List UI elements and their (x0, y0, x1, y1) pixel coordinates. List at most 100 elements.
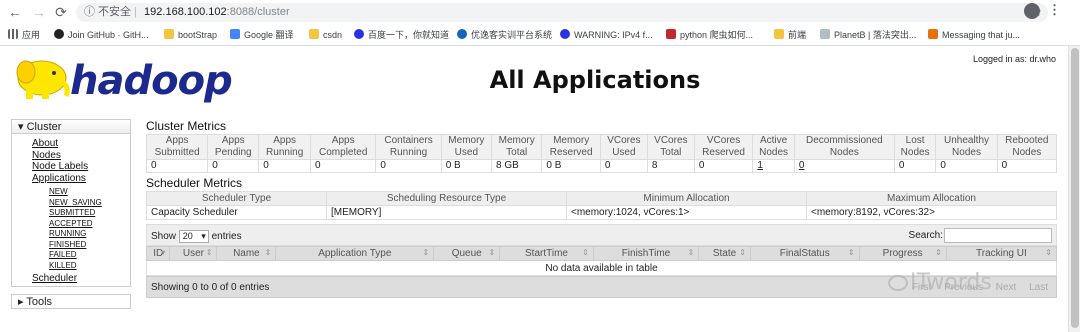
header-line: Memory (448, 135, 485, 146)
header-line: VCores (654, 135, 688, 146)
cluster-metrics-value: 0 (893, 159, 937, 173)
column-header-tracking-ui[interactable]: Tracking UI ⇕ (945, 246, 1058, 261)
header-line: Lost (905, 135, 925, 146)
browser-menu-icon[interactable]: ⋮ (1048, 2, 1061, 18)
app-state-finished[interactable]: FINISHED (49, 240, 130, 251)
bookmark-label: Google 翻译 (244, 30, 294, 40)
sort-icon: ▾ (161, 248, 166, 257)
cluster-metrics-value: 0 (258, 159, 312, 173)
csdn-icon (666, 29, 676, 39)
bookmark-youyike[interactable]: 优逸客实训平台系统 (457, 28, 552, 42)
sort-icon: ⇕ (488, 248, 496, 257)
reload-button[interactable]: ⟳ (52, 3, 70, 21)
sidebar-link-about[interactable]: About (32, 138, 130, 150)
column-header-progress[interactable]: Progress ⇕ (858, 246, 947, 261)
app-state-killed[interactable]: KILLED (49, 261, 130, 272)
cluster-metrics-value: 0 (996, 159, 1058, 173)
bookmark-messaging[interactable]: Messaging that ju... (928, 28, 1020, 42)
cluster-metrics-value: 0 (375, 159, 442, 173)
bookmark-apps[interactable]: 应用 (8, 28, 40, 42)
app-state-submitted[interactable]: SUBMITTED (49, 208, 130, 219)
back-button[interactable]: ← (6, 3, 24, 21)
wechat-icon (888, 275, 908, 291)
tools-toggle[interactable]: ▸ Tools (11, 294, 131, 309)
sidebar-link-scheduler[interactable]: Scheduler (32, 273, 130, 284)
bookmark-csdn-folder[interactable]: csdn (309, 28, 342, 42)
scheduler-metrics-header: Maximum Allocation (806, 191, 1057, 206)
apps-icon (8, 29, 18, 39)
bookmark-planetb[interactable]: PlanetB | 落法突出... (820, 28, 916, 42)
column-header-starttime[interactable]: StartTime ⇕ (499, 246, 594, 261)
bookmark-baidu[interactable]: 百度一下，你就知道 (354, 28, 449, 42)
column-label: Name (233, 248, 260, 259)
active-nodes-link[interactable]: 1 (757, 160, 763, 171)
header-line: Reserved (549, 147, 593, 158)
pager-next[interactable]: Next (996, 282, 1017, 293)
header-line: Decommissioned (806, 135, 883, 146)
cluster-metrics-header: VCores Reserved (693, 134, 754, 160)
sidebar-link-applications[interactable]: Applications (32, 173, 130, 185)
cluster-metrics-header: Memory Used (440, 134, 493, 160)
column-header-state[interactable]: State ⇕ (698, 246, 751, 261)
url-path: :8088/cluster (226, 6, 290, 18)
page-size-select[interactable]: 20 (178, 230, 209, 243)
bookmark-frontend[interactable]: 前端 (774, 28, 806, 42)
cluster-metrics-value-row: 000000 B8 GB 0 B08010000 (145, 159, 1058, 173)
header-line: Used (612, 147, 636, 158)
sidebar-link-nodes[interactable]: Nodes (32, 150, 130, 162)
page-icon (820, 29, 830, 39)
scrollbar[interactable] (1068, 46, 1080, 332)
hadoop-logo[interactable]: hadoop (12, 52, 233, 104)
cluster-metrics-header: Containers Running (375, 134, 442, 160)
column-header-application-type[interactable]: Application Type ⇕ (275, 246, 435, 261)
cluster-metrics-value: 1 (752, 159, 795, 173)
forward-button[interactable]: → (30, 3, 48, 21)
sort-icon: ⇕ (935, 248, 942, 257)
column-header-finishtime[interactable]: FinishTime ⇕ (592, 246, 700, 261)
baidu-icon (354, 29, 364, 39)
address-bar[interactable]: ⓘ 不安全 | 192.168.100.102:8088/cluster ☆ (76, 3, 1048, 22)
bookmark-python[interactable]: python 爬虫如何... (666, 28, 753, 42)
header-line: VCores (706, 135, 741, 146)
header-line: Reserved (702, 147, 745, 158)
column-label: FinishTime (621, 248, 671, 259)
sidebar: ▾ Cluster About Nodes Node Labels Applic… (11, 119, 131, 309)
search-input[interactable] (944, 228, 1052, 243)
app-state-failed[interactable]: FAILED (49, 250, 130, 261)
page-title: All Applications (489, 66, 701, 94)
browser-chrome: ← → ⟳ ⓘ 不安全 | 192.168.100.102:8088/clust… (0, 0, 1080, 46)
sidebar-link-node-labels[interactable]: Node Labels (32, 161, 130, 173)
cluster-toggle[interactable]: ▾ Cluster (12, 120, 130, 134)
bookmark-label: 百度一下，你就知道 (368, 30, 450, 40)
bookmark-warning-ipv4[interactable]: WARNING: IPv4 f... (560, 28, 653, 42)
messaging-icon (928, 29, 938, 39)
app-state-new[interactable]: NEW (49, 187, 130, 198)
scrollbar-thumb[interactable] (1071, 48, 1079, 328)
bookmark-github[interactable]: Join GitHub · GitH... (54, 28, 149, 42)
decommissioned-nodes-link[interactable]: 0 (799, 160, 805, 171)
security-indicator[interactable]: ⓘ 不安全 (84, 6, 131, 18)
column-header-name[interactable]: Name ⇕ (216, 246, 277, 261)
sort-icon: ⇕ (739, 248, 746, 257)
applications-header-row: ID ▾ User ⇕ Name ⇕ Application Type ⇕ Queue ⇕ Star… (145, 246, 1058, 261)
column-header-finalstatus[interactable]: FinalStatus ⇕ (749, 246, 860, 261)
watermark: ITwords (910, 270, 992, 295)
column-header-queue[interactable]: Queue ⇕ (433, 246, 501, 261)
column-header-user[interactable]: User ⇕ (169, 246, 218, 261)
bookmark-label: Messaging that ju... (942, 30, 1021, 40)
app-state-new-saving[interactable]: NEW_SAVING (49, 198, 130, 209)
pager-last[interactable]: Last (1029, 282, 1048, 293)
app-state-running[interactable]: RUNNING (49, 229, 130, 240)
cluster-metrics-value: 0 (310, 159, 377, 173)
logo-text: hadoop (70, 58, 233, 104)
bookmark-bootstrap[interactable]: bootStrap (164, 28, 217, 42)
scheduler-metrics-header: Minimum Allocation (566, 191, 807, 206)
column-header-id[interactable]: ID ▾ (145, 246, 171, 261)
header-line: Nodes (759, 147, 789, 158)
app-state-accepted[interactable]: ACCEPTED (49, 219, 130, 230)
entries-label: entries (211, 231, 242, 243)
cluster-metrics-header: Apps Submitted (145, 134, 209, 160)
profile-avatar[interactable] (1024, 3, 1040, 19)
header-line: Memory (553, 135, 590, 146)
bookmark-google-translate[interactable]: Google 翻译 (230, 28, 294, 42)
